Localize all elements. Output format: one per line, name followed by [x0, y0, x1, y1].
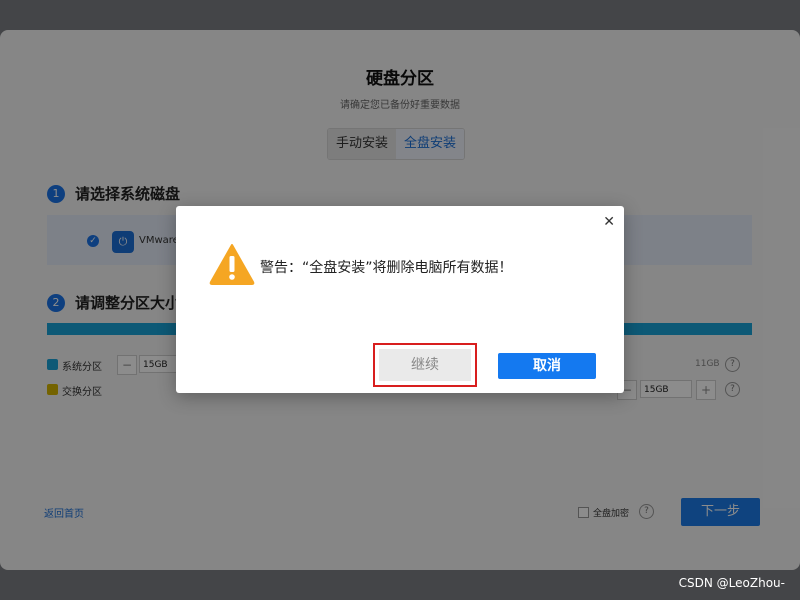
watermark: CSDN @LeoZhou-	[678, 576, 785, 590]
warning-message: 警告：“全盘安装”将删除电脑所有数据！	[260, 260, 513, 276]
cancel-button[interactable]: 取消	[498, 353, 596, 379]
warning-dialog: ✕ 警告：“全盘安装”将删除电脑所有数据！ 继续 取消	[176, 206, 624, 393]
continue-highlight-box: 继续	[373, 343, 477, 387]
continue-button[interactable]: 继续	[379, 349, 471, 381]
warning-icon	[209, 244, 255, 285]
close-icon[interactable]: ✕	[603, 214, 615, 230]
